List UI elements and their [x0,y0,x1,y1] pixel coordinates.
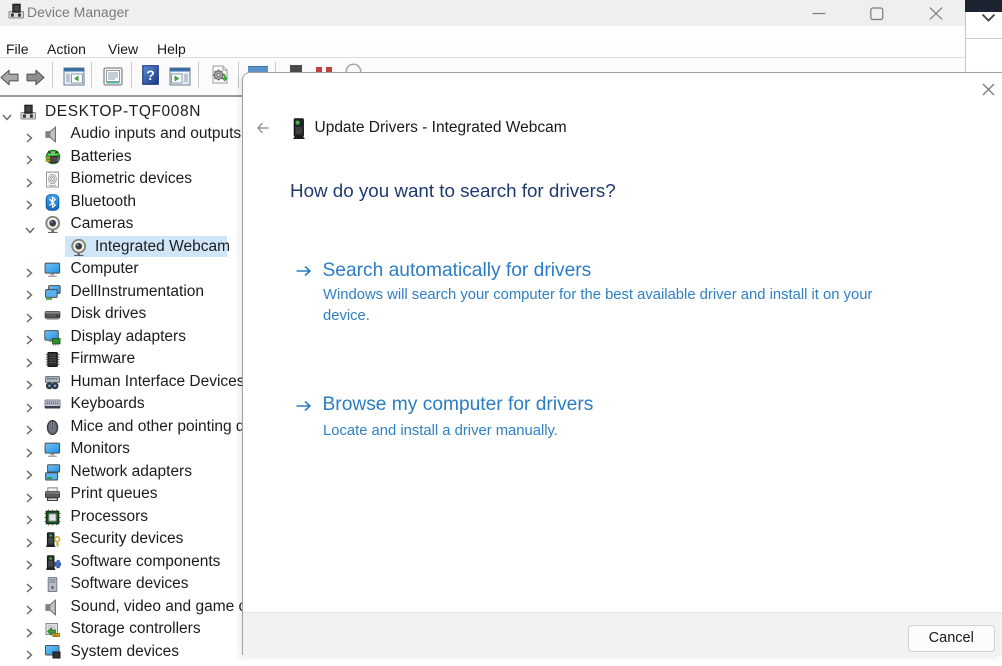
svg-text:?: ? [146,67,155,83]
